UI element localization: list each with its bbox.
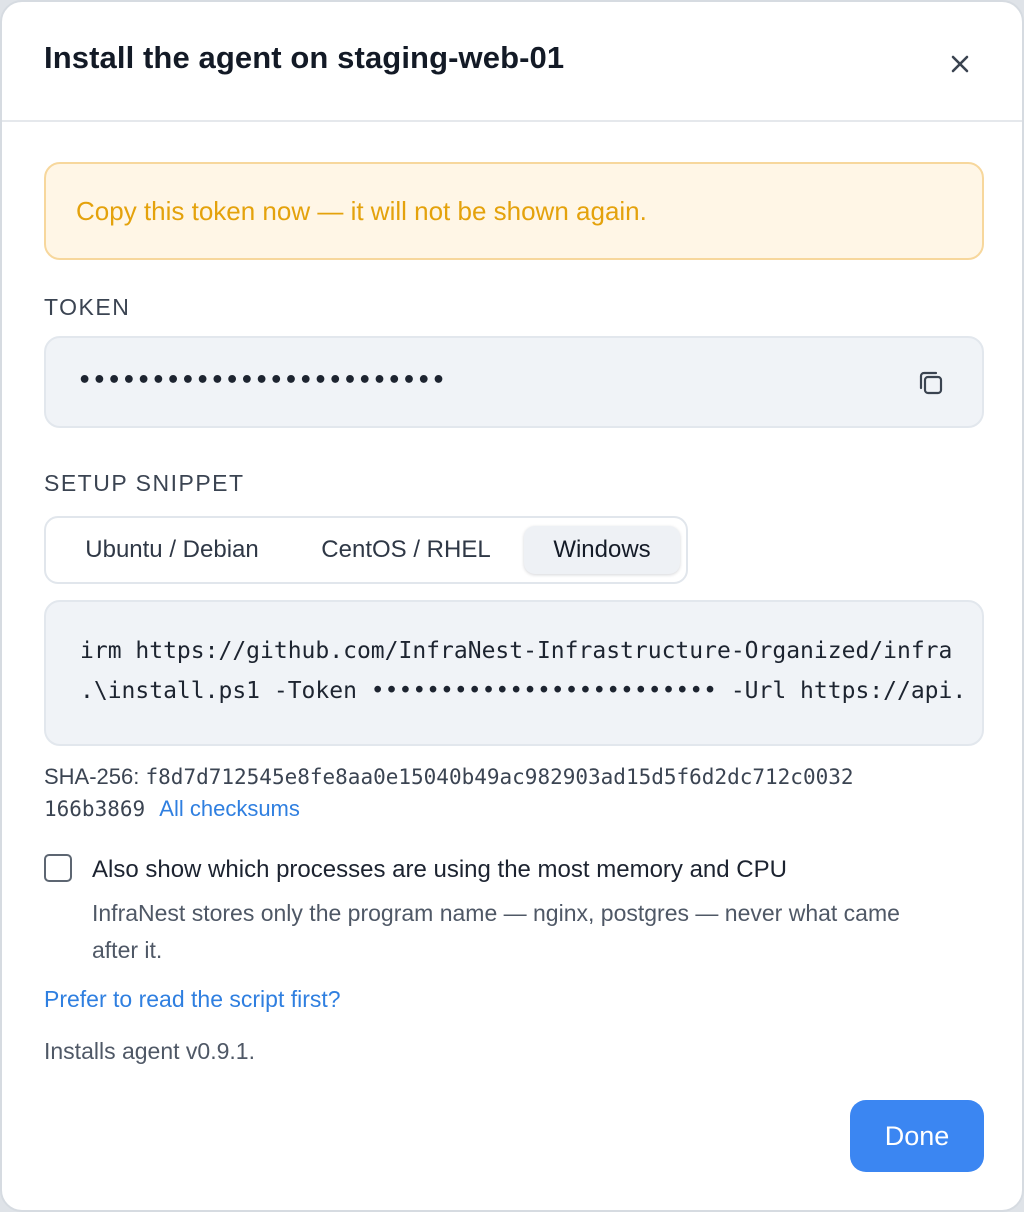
checksum-hash: f8d7d712545e8fe8aa0e15040b49ac982903ad15… bbox=[145, 765, 854, 789]
tab-ubuntu-debian[interactable]: Ubuntu / Debian bbox=[56, 526, 288, 574]
setup-snippet-label: SETUP SNIPPET bbox=[44, 470, 245, 496]
install-agent-dialog: Install the agent on staging-web-01 Copy… bbox=[0, 0, 1024, 1212]
checksum-hash-end: 166b3869 bbox=[44, 797, 146, 821]
code-line: irm https://github.com/InfraNest-Infrast… bbox=[80, 638, 953, 664]
os-tabs: Ubuntu / Debian CentOS / RHEL Windows bbox=[44, 516, 688, 584]
read-script-link[interactable]: Prefer to read the script first? bbox=[44, 986, 341, 1013]
token-warning-banner: Copy this token now — it will not be sho… bbox=[44, 162, 984, 260]
token-value: ••••••••••••••••••••••••• bbox=[78, 368, 447, 393]
tab-centos-rhel[interactable]: CentOS / RHEL bbox=[300, 526, 512, 574]
close-button[interactable] bbox=[940, 44, 980, 84]
token-warning-text: Copy this token now — it will not be sho… bbox=[76, 195, 647, 226]
process-tracking-checkbox[interactable] bbox=[44, 854, 72, 882]
dialog-header: Install the agent on staging-web-01 bbox=[2, 2, 1022, 122]
process-tracking-description: InfraNest stores only the program name —… bbox=[92, 900, 900, 963]
checksum-line: SHA-256: f8d7d712545e8fe8aa0e15040b49ac9… bbox=[44, 764, 854, 790]
checksum-label: SHA-256: bbox=[44, 764, 140, 789]
process-tracking-label[interactable]: Also show which processes are using the … bbox=[92, 856, 787, 884]
code-line: .\install.ps1 -Token •••••••••••••••••••… bbox=[80, 678, 967, 704]
checksum-line-continued: 166b3869 All checksums bbox=[44, 796, 300, 822]
close-icon bbox=[951, 55, 969, 73]
copy-token-button[interactable] bbox=[914, 366, 948, 400]
done-button[interactable]: Done bbox=[850, 1100, 984, 1172]
dialog-title: Install the agent on staging-web-01 bbox=[44, 40, 565, 75]
copy-icon bbox=[919, 371, 943, 395]
setup-snippet-code[interactable]: irm https://github.com/InfraNest-Infrast… bbox=[44, 600, 984, 746]
token-label: TOKEN bbox=[44, 294, 131, 320]
agent-version-note: Installs agent v0.9.1. bbox=[44, 1038, 255, 1064]
token-field[interactable]: ••••••••••••••••••••••••• bbox=[44, 336, 984, 428]
tab-windows[interactable]: Windows bbox=[524, 526, 680, 574]
all-checksums-link[interactable]: All checksums bbox=[159, 796, 300, 821]
